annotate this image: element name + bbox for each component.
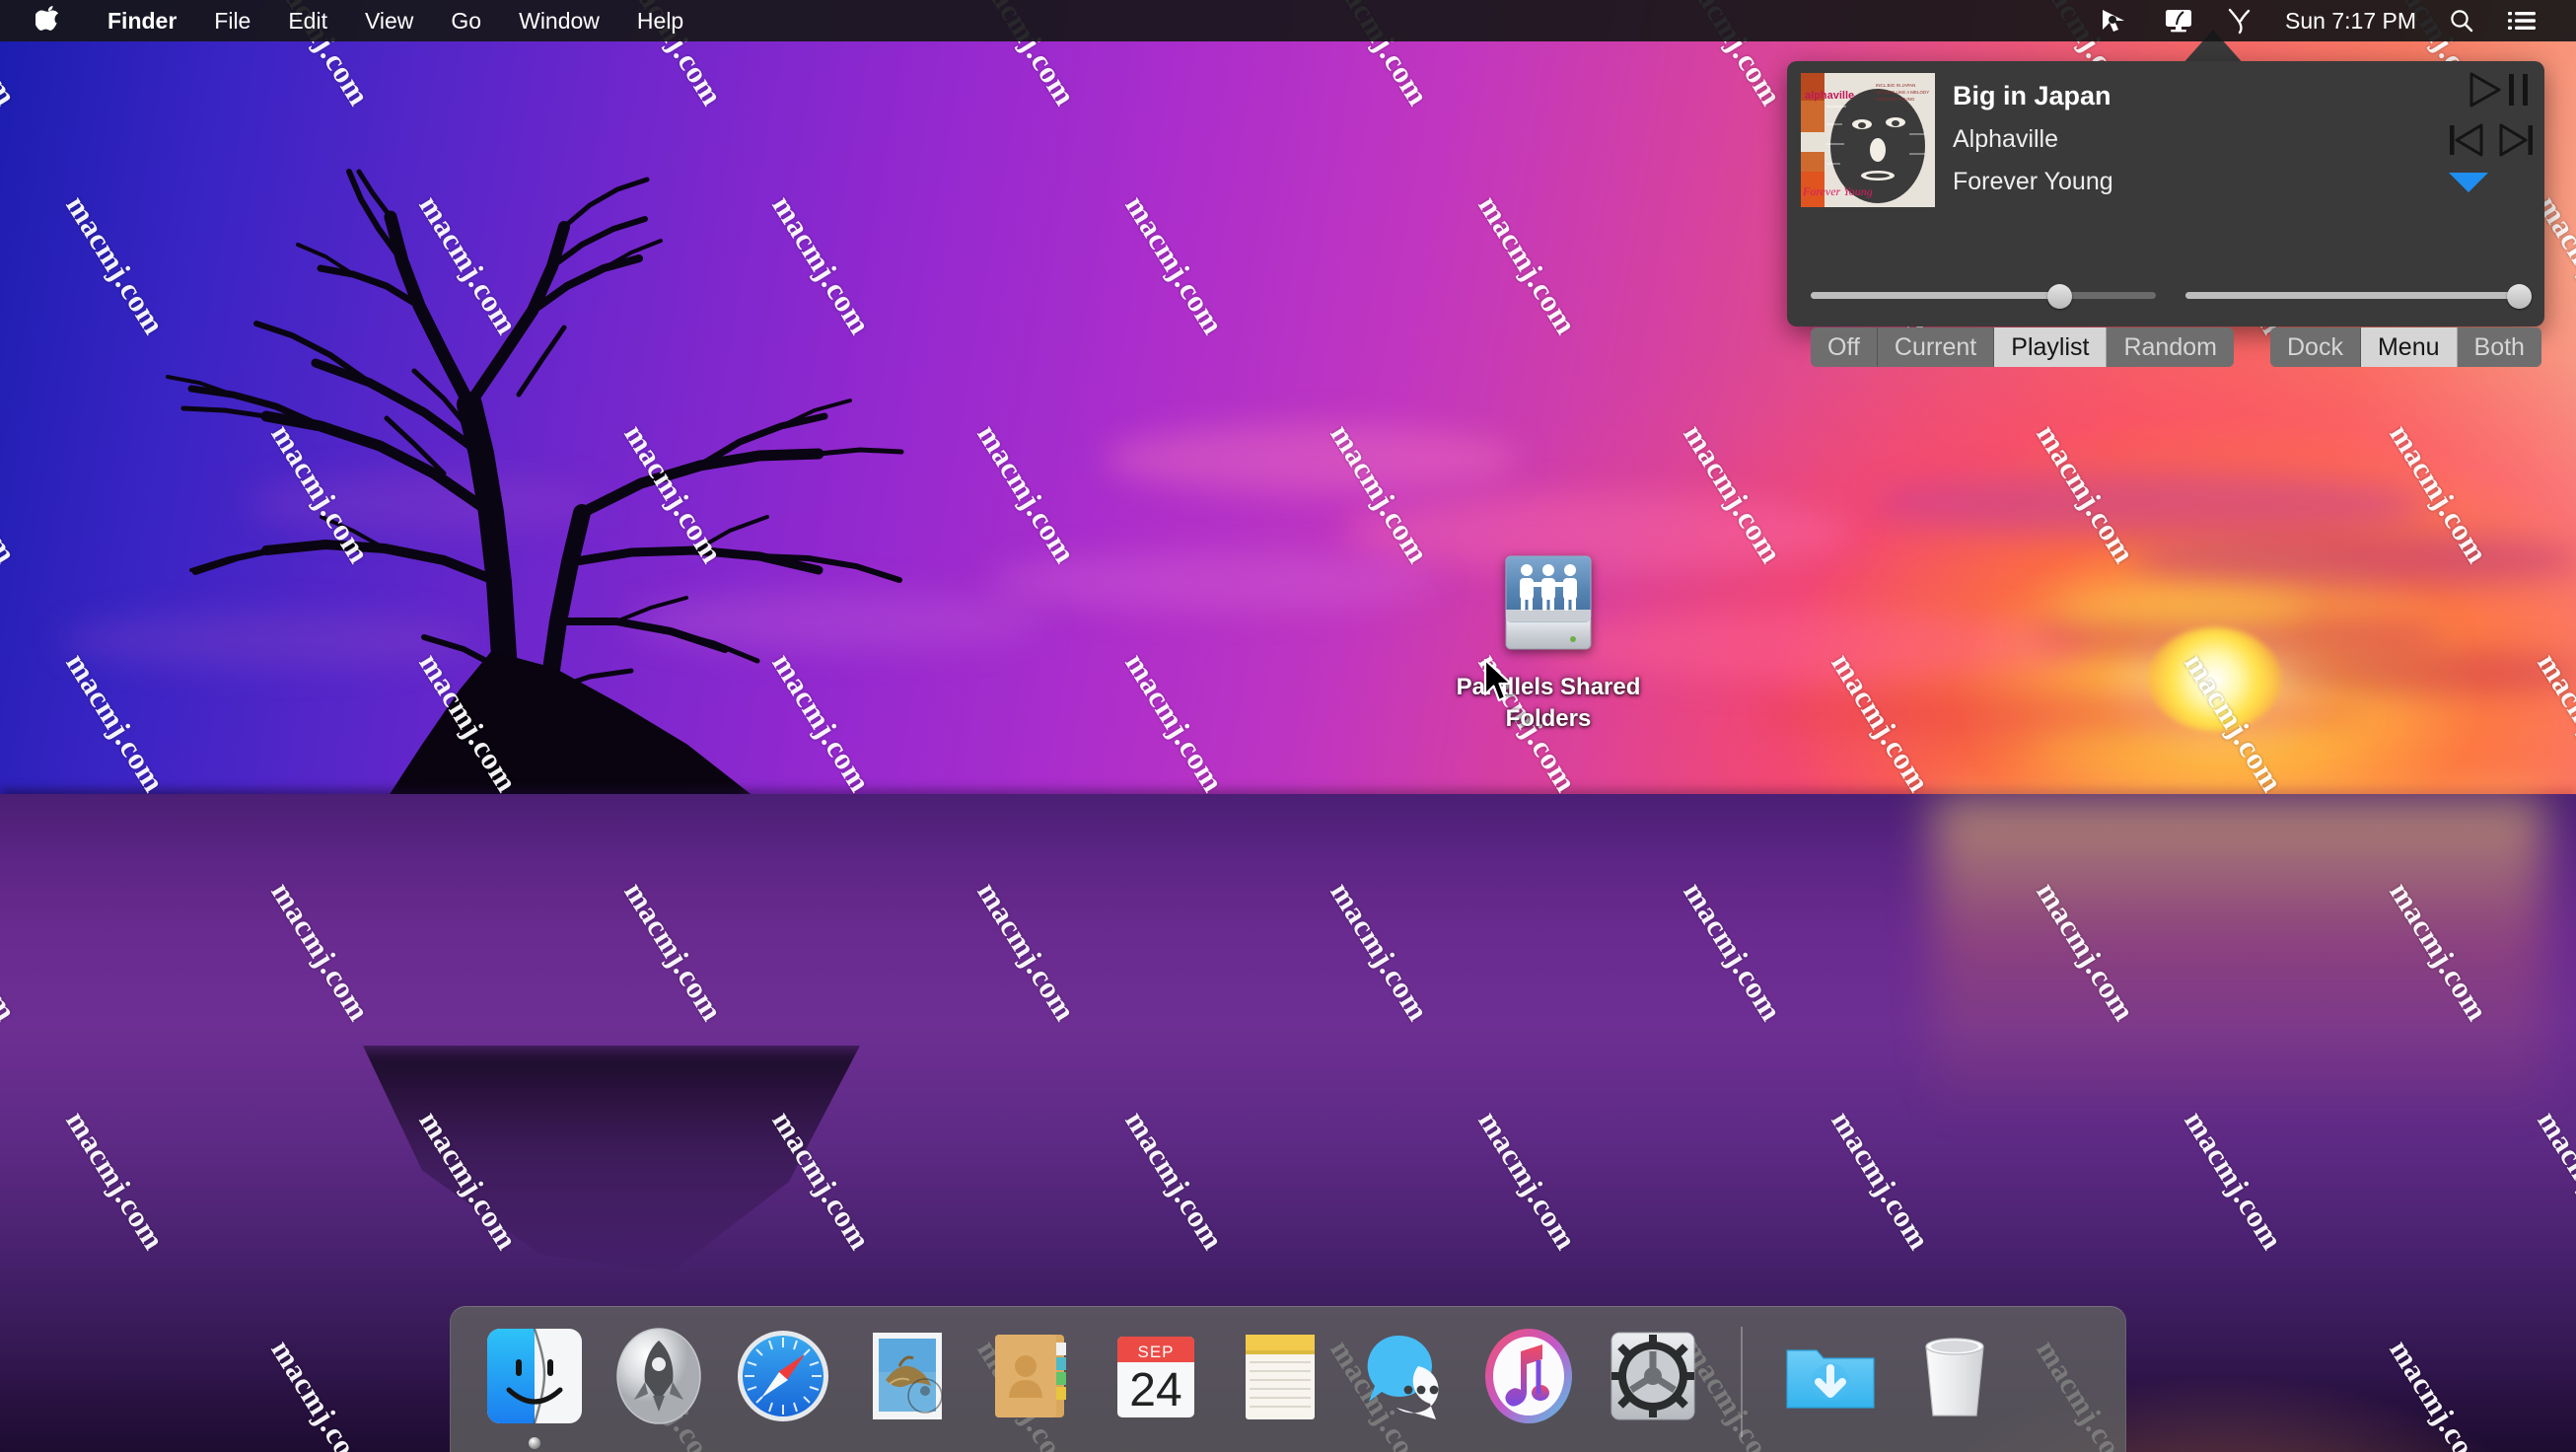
progress-slider-knob[interactable] <box>2047 284 2072 309</box>
display-screen-glyph <box>2164 8 2193 34</box>
track-metadata: Big in Japan Alphaville Forever Young <box>1953 75 2113 196</box>
play-pause-icon[interactable] <box>2468 69 2535 110</box>
desktop-icon-parallels-shared-folders[interactable]: Parallels Shared Folders <box>1446 552 1651 750</box>
segment-both[interactable]: Both <box>2458 327 2541 367</box>
dock-item-notes[interactable] <box>1218 1321 1342 1452</box>
dock-item-safari[interactable] <box>721 1321 845 1452</box>
placement-segmented-control[interactable]: Dock Menu Both <box>2270 327 2541 367</box>
search-glyph <box>2449 8 2474 34</box>
previous-track-icon[interactable] <box>2448 120 2485 160</box>
dock-item-mail[interactable] <box>845 1321 969 1452</box>
downloads-folder-icon <box>1775 1321 1886 1431</box>
track-artist: Alphaville <box>1953 125 2113 154</box>
segment-dock[interactable]: Dock <box>2270 327 2361 367</box>
svg-text:SOUNDS LIKE A MELODY: SOUNDS LIKE A MELODY <box>1876 90 1929 95</box>
display-screen-icon[interactable] <box>2147 8 2210 34</box>
dock-separator <box>1741 1327 1743 1437</box>
system-preferences-icon <box>1598 1321 1708 1431</box>
menu-item-go[interactable]: Go <box>432 0 500 41</box>
menu-item-edit[interactable]: Edit <box>269 0 346 41</box>
playback-row-collapse <box>2416 170 2521 195</box>
desktop-icon-label: Parallels Shared Folders <box>1446 672 1651 735</box>
menu-bar[interactable]: Finder File Edit View Go Window Help <box>0 0 2576 41</box>
playback-row-skip <box>2416 120 2535 160</box>
segment-random[interactable]: Random <box>2107 327 2234 367</box>
segment-current[interactable]: Current <box>1878 327 1994 367</box>
track-title: Big in Japan <box>1953 81 2113 111</box>
volume-slider[interactable] <box>2185 280 2521 310</box>
search-icon[interactable] <box>2432 8 2491 34</box>
playback-row-play <box>2416 69 2535 110</box>
messages-icon <box>1349 1321 1460 1431</box>
desktop-icon-label-line1: Parallels Shared <box>1446 672 1651 703</box>
music-menu-icon[interactable] <box>2210 7 2269 35</box>
dock-item-trash[interactable] <box>1893 1321 2017 1452</box>
launchpad-icon <box>604 1321 714 1431</box>
sun <box>2148 627 2281 731</box>
album-artwork-image: alphaville Forever Young INCL.BIG IN JAP… <box>1801 73 1935 207</box>
svg-text:FOREVER YOUNG: FOREVER YOUNG <box>1876 97 1915 102</box>
finder-icon <box>479 1321 590 1431</box>
svg-text:INCL.BIG IN JAPAN: INCL.BIG IN JAPAN <box>1876 83 1915 88</box>
dock-item-launchpad[interactable] <box>597 1321 721 1452</box>
collapse-triangle-icon[interactable] <box>2447 170 2490 195</box>
dock-item-system-preferences[interactable] <box>1591 1321 1715 1452</box>
svg-text:Forever Young: Forever Young <box>1802 184 1873 198</box>
trash-icon <box>1899 1321 2010 1431</box>
menu-item-view[interactable]: View <box>346 0 432 41</box>
notes-icon <box>1225 1321 1335 1431</box>
track-album: Forever Young <box>1953 168 2113 196</box>
repeat-mode-segmented-control[interactable]: Off Current Playlist Random <box>1811 327 2234 367</box>
progress-slider[interactable] <box>1811 280 2156 310</box>
volume-slider-fill <box>2185 292 2521 299</box>
dock-item-finder[interactable] <box>472 1321 597 1452</box>
music-menu-glyph <box>2227 7 2253 35</box>
calendar-month: SEP <box>1137 1343 1174 1361</box>
mouse-cursor-icon <box>1483 659 1517 704</box>
safari-icon <box>728 1321 838 1431</box>
parallels-cursor-icon[interactable] <box>2084 8 2147 34</box>
finder-running-indicator <box>529 1437 540 1449</box>
mail-icon <box>852 1321 963 1431</box>
itunes-icon <box>1473 1321 1584 1431</box>
dock-item-messages[interactable] <box>1342 1321 1467 1452</box>
apple-logo-icon[interactable] <box>36 6 61 36</box>
desktop-icon-label-line2: Folders <box>1446 703 1651 735</box>
parallels-cursor-glyph <box>2101 8 2130 34</box>
playback-controls <box>2416 69 2535 195</box>
menu-item-window[interactable]: Window <box>500 0 618 41</box>
next-track-icon[interactable] <box>2497 120 2535 160</box>
segment-playlist[interactable]: Playlist <box>1994 327 2107 367</box>
menu-bar-clock[interactable]: Sun 7:17 PM <box>2269 8 2432 35</box>
progress-slider-fill <box>1811 292 2059 299</box>
list-menu-glyph <box>2508 9 2536 33</box>
music-panel[interactable]: alphaville Forever Young INCL.BIG IN JAP… <box>1787 61 2544 327</box>
calendar-icon: SEP 24 <box>1101 1321 1211 1431</box>
svg-text:alphaville: alphaville <box>1805 90 1854 102</box>
dock-item-contacts[interactable] <box>969 1321 1094 1452</box>
sun-reflection <box>1933 797 2544 1123</box>
segment-menu[interactable]: Menu <box>2361 327 2458 367</box>
calendar-day: 24 <box>1129 1364 1181 1416</box>
menu-bar-status-area: Sun 7:17 PM <box>2084 7 2552 35</box>
album-artwork: alphaville Forever Young INCL.BIG IN JAP… <box>1801 73 1935 207</box>
menu-item-file[interactable]: File <box>195 0 269 41</box>
volume-slider-knob[interactable] <box>2507 284 2532 309</box>
contacts-icon <box>976 1321 1087 1431</box>
dock[interactable]: SEP 24 <box>450 1306 2126 1452</box>
menu-item-finder[interactable]: Finder <box>89 0 195 41</box>
menu-item-help[interactable]: Help <box>618 0 702 41</box>
dock-item-itunes[interactable] <box>1467 1321 1591 1452</box>
dock-item-downloads[interactable] <box>1768 1321 1893 1452</box>
list-menu-icon[interactable] <box>2491 9 2552 33</box>
apple-logo-glyph <box>36 6 61 36</box>
network-drive-icon <box>1494 552 1603 663</box>
segment-off[interactable]: Off <box>1811 327 1878 367</box>
dock-item-calendar[interactable]: SEP 24 <box>1094 1321 1218 1452</box>
